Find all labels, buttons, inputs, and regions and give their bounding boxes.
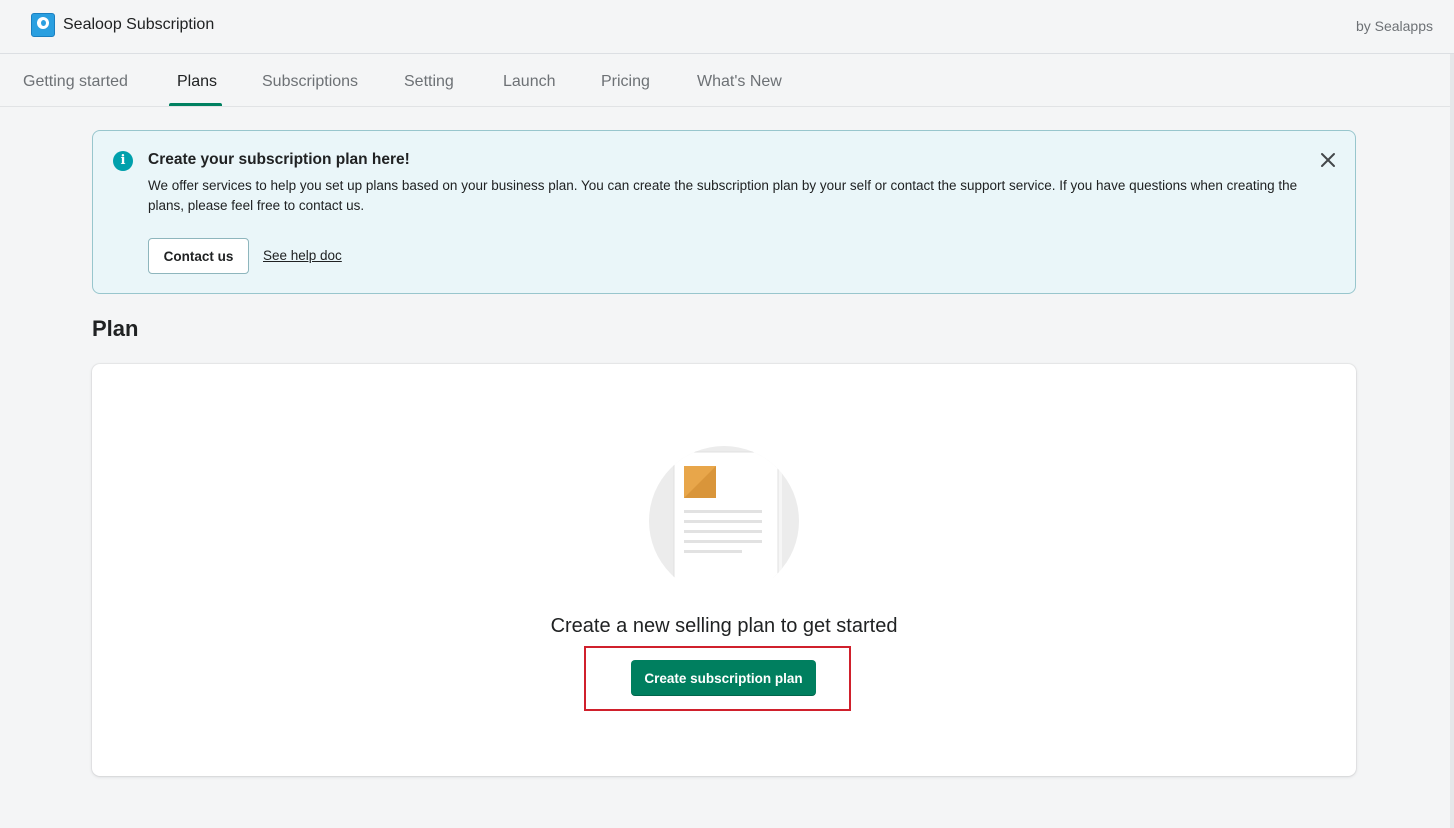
plan-empty-state-card: Create a new selling plan to get started… <box>92 364 1356 776</box>
info-banner: i Create your subscription plan here! We… <box>92 130 1356 294</box>
app-logo-icon <box>31 13 55 37</box>
contact-us-button[interactable]: Contact us <box>148 238 249 274</box>
tab-launch[interactable]: Launch <box>503 54 556 107</box>
page-title: Plan <box>92 316 139 341</box>
tab-getting-started[interactable]: Getting started <box>23 54 128 107</box>
tab-plans[interactable]: Plans <box>177 54 217 107</box>
tab-subscriptions[interactable]: Subscriptions <box>262 54 358 107</box>
active-tab-indicator <box>169 103 222 106</box>
info-icon: i <box>113 151 133 171</box>
close-icon[interactable] <box>1319 151 1337 169</box>
tab-setting[interactable]: Setting <box>404 54 454 107</box>
tab-pricing[interactable]: Pricing <box>601 54 650 107</box>
document-illustration-icon <box>649 446 799 578</box>
app-header: Sealoop Subscription by Sealapps <box>0 0 1454 54</box>
main-tabs: Getting started Plans Subscriptions Sett… <box>0 54 1450 107</box>
developer-name: by Sealapps <box>1355 18 1433 34</box>
help-doc-link[interactable]: See help doc <box>263 248 342 263</box>
scrollbar[interactable] <box>1450 54 1454 828</box>
create-subscription-plan-button[interactable]: Create subscription plan <box>631 660 816 696</box>
tab-whats-new[interactable]: What's New <box>697 54 782 107</box>
banner-title: Create your subscription plan here! <box>148 151 410 168</box>
app-title: Sealoop Subscription <box>63 16 215 33</box>
banner-text: We offer services to help you set up pla… <box>148 178 1298 213</box>
empty-state-message: Create a new selling plan to get started <box>550 615 898 637</box>
